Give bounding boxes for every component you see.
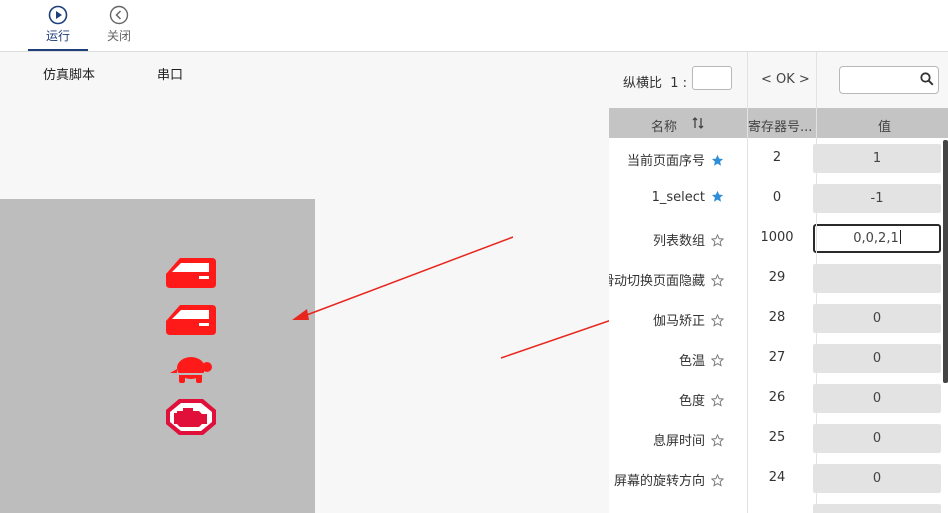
text-caret bbox=[899, 230, 901, 244]
panel-controls: 纵横比 1 : < OK > bbox=[609, 52, 948, 108]
run-label: 运行 bbox=[45, 29, 70, 43]
back-circle-icon bbox=[109, 5, 129, 25]
table-row[interactable]: 色度 26 0 bbox=[609, 378, 948, 418]
row-value-input[interactable]: 0 bbox=[813, 344, 941, 373]
row-register: 2 bbox=[772, 150, 782, 165]
play-circle-icon bbox=[48, 5, 68, 25]
star-outline-icon[interactable] bbox=[711, 314, 724, 327]
door-open-icon bbox=[166, 305, 216, 335]
row-name-text: 列表数组 bbox=[652, 234, 705, 249]
star-outline-icon[interactable] bbox=[711, 234, 724, 247]
close-button[interactable]: 关闭 bbox=[96, 0, 142, 51]
row-register: 25 bbox=[768, 430, 786, 445]
table-header: 名称 寄存器号... 值 bbox=[609, 108, 948, 138]
column-register-header[interactable]: 寄存器号... bbox=[748, 116, 818, 135]
table-row[interactable]: 屏幕的旋转方向 24 0 bbox=[609, 458, 948, 498]
toolbar: 运行 关闭 bbox=[0, 0, 948, 52]
row-name-text: 屏幕的旋转方向 bbox=[613, 474, 705, 489]
tab-simulation-script[interactable]: 仿真脚本 bbox=[43, 64, 95, 83]
row-value-text: 0 bbox=[872, 431, 882, 446]
row-register: 24 bbox=[768, 470, 786, 485]
star-filled-icon[interactable] bbox=[711, 190, 724, 203]
table-row[interactable]: 列表数组 1000 0,0,2,1 bbox=[609, 218, 948, 258]
row-register: 27 bbox=[768, 350, 786, 365]
row-register: 1000 bbox=[760, 230, 794, 245]
row-value-input-active[interactable]: 0,0,2,1 bbox=[813, 224, 941, 253]
row-value-input[interactable]: 1 bbox=[813, 144, 941, 173]
row-value-input[interactable] bbox=[813, 264, 941, 293]
table-scrollbar[interactable] bbox=[943, 140, 948, 383]
engine-icon bbox=[166, 399, 216, 435]
table-row[interactable]: 伽马矫正 28 0 bbox=[609, 298, 948, 338]
table-row[interactable]: 色温 27 0 bbox=[609, 338, 948, 378]
table-row[interactable]: 滑动切换页面隐藏 29 bbox=[609, 258, 948, 298]
row-name: 1_select bbox=[652, 190, 724, 205]
row-register: 0 bbox=[772, 190, 782, 205]
star-outline-icon[interactable] bbox=[711, 434, 724, 447]
door-open-icon bbox=[166, 258, 216, 288]
star-filled-icon[interactable] bbox=[711, 154, 724, 167]
row-name: 色度 bbox=[679, 390, 724, 409]
row-value-input[interactable] bbox=[813, 504, 941, 513]
row-register: 26 bbox=[768, 390, 786, 405]
row-value-text: 0 bbox=[872, 391, 882, 406]
aspect-ratio-input[interactable] bbox=[692, 66, 732, 90]
table-row[interactable]: 1_select 0 -1 bbox=[609, 178, 948, 218]
run-button[interactable]: 运行 bbox=[28, 0, 88, 51]
row-name: 当前页面序号 bbox=[627, 150, 724, 169]
row-value-text: 0 bbox=[872, 311, 882, 326]
search-icon[interactable] bbox=[920, 72, 934, 86]
star-outline-icon[interactable] bbox=[711, 274, 724, 287]
row-name: 滑动切换页面隐藏 bbox=[609, 270, 724, 289]
row-name-text: 滑动切换页面隐藏 bbox=[609, 274, 705, 289]
row-name: 色温 bbox=[679, 350, 724, 369]
column-divider bbox=[747, 52, 748, 513]
row-value-text: 0 bbox=[872, 471, 882, 486]
row-value-text: 1 bbox=[872, 151, 882, 166]
row-value-input[interactable]: -1 bbox=[813, 184, 941, 213]
tab-serial-port[interactable]: 串口 bbox=[157, 64, 183, 83]
row-value-text: 0,0,2,1 bbox=[853, 231, 899, 246]
ok-button[interactable]: < OK > bbox=[761, 72, 810, 87]
aspect-ratio-label: 纵横比 1 : bbox=[623, 76, 688, 91]
row-value-input[interactable]: 0 bbox=[813, 384, 941, 413]
row-value-input[interactable]: 0 bbox=[813, 304, 941, 333]
close-label: 关闭 bbox=[106, 29, 131, 43]
star-outline-icon[interactable] bbox=[711, 354, 724, 367]
row-register: 28 bbox=[768, 310, 786, 325]
row-value-input[interactable]: 0 bbox=[813, 464, 941, 493]
row-value-text: -1 bbox=[870, 191, 884, 206]
row-name-text: 色度 bbox=[678, 394, 705, 409]
row-name-text: 息屏时间 bbox=[652, 434, 705, 449]
row-value-text: 0 bbox=[872, 351, 882, 366]
column-value-header[interactable]: 值 bbox=[878, 116, 891, 135]
row-register: 29 bbox=[768, 270, 786, 285]
row-name: 屏幕的旋转方向 bbox=[614, 470, 724, 489]
column-divider bbox=[816, 52, 817, 513]
row-name: 列表数组 bbox=[653, 230, 724, 249]
column-name-header[interactable]: 名称 bbox=[651, 116, 677, 135]
data-panel: 纵横比 1 : < OK > 名称 寄存器号... 值 当前页面序号 2 1 1_se… bbox=[609, 52, 948, 513]
table-body: 当前页面序号 2 1 1_select 0 -1 列表数组 1000 0,0,2,1 滑动切换页面… bbox=[609, 138, 948, 513]
table-row[interactable]: 当前页面序号 2 1 bbox=[609, 138, 948, 178]
star-outline-icon[interactable] bbox=[711, 474, 724, 487]
row-name-text: 当前页面序号 bbox=[626, 154, 705, 169]
preview-canvas bbox=[0, 199, 315, 513]
row-value-input[interactable]: 0 bbox=[813, 424, 941, 453]
turtle-icon bbox=[170, 357, 212, 383]
row-name: 息屏时间 bbox=[653, 430, 724, 449]
sort-icon[interactable] bbox=[692, 117, 704, 129]
star-outline-icon[interactable] bbox=[711, 394, 724, 407]
table-row[interactable] bbox=[609, 498, 948, 513]
row-name-text: 色温 bbox=[678, 354, 705, 369]
active-tool-indicator bbox=[28, 49, 88, 51]
row-name: 伽马矫正 bbox=[653, 310, 724, 329]
table-row[interactable]: 息屏时间 25 0 bbox=[609, 418, 948, 458]
row-name-text: 伽马矫正 bbox=[652, 314, 705, 329]
row-name-text: 1_select bbox=[651, 190, 705, 205]
